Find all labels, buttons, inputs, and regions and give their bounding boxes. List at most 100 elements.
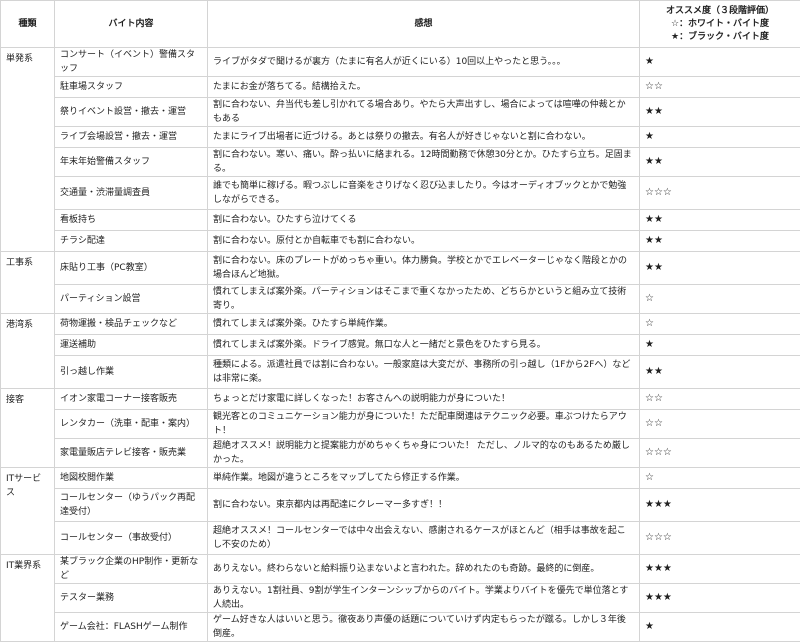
category-cell: 単発系 xyxy=(1,48,55,252)
rating-cell: ★★ xyxy=(640,356,800,389)
job-cell: 荷物運搬・検品チェックなど xyxy=(55,314,208,335)
job-cell: コールセンター（ゆうパック再配達受付） xyxy=(55,489,208,522)
job-cell: 地図校閲作業 xyxy=(55,468,208,489)
rating-cell: ☆☆ xyxy=(640,77,800,98)
job-cell: パーティション設営 xyxy=(55,285,208,314)
impression-cell: ありえない。1割社員、9割が学生インターンシップからのバイト。学業よりバイトを優… xyxy=(208,584,640,613)
job-cell: 引っ越し作業 xyxy=(55,356,208,389)
category-cell: 接客 xyxy=(1,389,55,468)
job-cell: 看板持ち xyxy=(55,210,208,231)
rating-cell: ★★ xyxy=(640,252,800,285)
category-cell: ITサービス xyxy=(1,468,55,555)
impression-cell: 誰でも簡単に稼げる。暇つぶしに音楽をさりげなく忍び込ましたり。今はオーディオブッ… xyxy=(208,177,640,210)
table-row: 単発系コンサート（イベント）警備スタッフライブがタダで聞けるが裏方（たまに有名人… xyxy=(1,48,800,77)
rating-black-legend: ★：ブラック・バイト度 xyxy=(645,31,795,44)
impression-cell: 超絶オススメ！説明能力と提案能力がめちゃくちゃ身についた！ ただし、ノルマ的なの… xyxy=(208,439,640,468)
impression-cell: ライブがタダで聞けるが裏方（たまに有名人が近くにいる）10回以上やったと思う。。… xyxy=(208,48,640,77)
job-cell: 年末年始警備スタッフ xyxy=(55,148,208,177)
impression-cell: 割に合わない。ひたすら泣けてくる xyxy=(208,210,640,231)
impression-cell: 超絶オススメ！コールセンターでは中々出会えない、感謝されるケースがほとんど（相手… xyxy=(208,522,640,555)
table-row: 看板持ち割に合わない。ひたすら泣けてくる★★ xyxy=(1,210,800,231)
impression-cell: 観光客とのコミュニケーション能力が身についた！ただ配車関連はテクニック必要。車ぶ… xyxy=(208,410,640,439)
header-rating: オススメ度（３段階評価） ☆：ホワイト・バイト度 ★：ブラック・バイト度 xyxy=(640,1,800,48)
impression-cell: 割に合わない。原付とか自転車でも割に合わない。 xyxy=(208,231,640,252)
rating-cell: ☆☆☆ xyxy=(640,177,800,210)
rating-cell: ★★★ xyxy=(640,555,800,584)
rating-cell: ★ xyxy=(640,48,800,77)
job-cell: テスター業務 xyxy=(55,584,208,613)
rating-cell: ★ xyxy=(640,127,800,148)
rating-cell: ★★ xyxy=(640,148,800,177)
rating-cell: ☆ xyxy=(640,285,800,314)
impression-cell: ちょっとだけ家電に詳しくなった！お客さんへの説明能力が身についた！ xyxy=(208,389,640,410)
job-cell: 駐車場スタッフ xyxy=(55,77,208,98)
rating-cell: ★★★ xyxy=(640,584,800,613)
rating-cell: ★★ xyxy=(640,210,800,231)
table-row: 祭りイベント設営・撤去・運営割に合わない、弁当代も差し引かれてる場合あり。やたら… xyxy=(1,98,800,127)
header-job: バイト内容 xyxy=(55,1,208,48)
table-row: 家電量販店テレビ接客・販売業超絶オススメ！説明能力と提案能力がめちゃくちゃ身につ… xyxy=(1,439,800,468)
job-cell: イオン家電コーナー接客販売 xyxy=(55,389,208,410)
table-row: コールセンター（事故受付）超絶オススメ！コールセンターでは中々出会えない、感謝さ… xyxy=(1,522,800,555)
rating-cell: ★ xyxy=(640,335,800,356)
job-cell: ゲーム会社：FLASHゲーム制作 xyxy=(55,613,208,642)
rating-cell: ☆☆☆ xyxy=(640,439,800,468)
impression-cell: 種類による。派遣社員では割に合わない。一般家庭は大変だが、事務所の引っ越し（1F… xyxy=(208,356,640,389)
header-category: 種類 xyxy=(1,1,55,48)
table-row: 年末年始警備スタッフ割に合わない。寒い、痛い。酔っ払いに絡まれる。12時間勤務で… xyxy=(1,148,800,177)
job-cell: 運送補助 xyxy=(55,335,208,356)
impression-cell: 慣れてしまえば案外楽。ひたすら単純作業。 xyxy=(208,314,640,335)
job-cell: チラシ配達 xyxy=(55,231,208,252)
category-cell: 工事系 xyxy=(1,252,55,314)
impression-cell: 単純作業。地図が違うところをマップしてたら修正する作業。 xyxy=(208,468,640,489)
rating-white-legend: ☆：ホワイト・バイト度 xyxy=(645,18,795,31)
job-cell: 家電量販店テレビ接客・販売業 xyxy=(55,439,208,468)
rating-cell: ★ xyxy=(640,613,800,642)
rating-cell: ★★ xyxy=(640,98,800,127)
job-cell: コールセンター（事故受付） xyxy=(55,522,208,555)
table-row: ゲーム会社：FLASHゲーム制作ゲーム好きな人はいいと思う。徹夜あり声優の話題に… xyxy=(1,613,800,642)
category-cell: IT業界系 xyxy=(1,555,55,642)
header-row: 種類 バイト内容 感想 オススメ度（３段階評価） ☆：ホワイト・バイト度 ★：ブ… xyxy=(1,1,800,48)
table-row: 接客イオン家電コーナー接客販売ちょっとだけ家電に詳しくなった！お客さんへの説明能… xyxy=(1,389,800,410)
impression-cell: 割に合わない。東京都内は再配達にクレーマー多すぎ！！ xyxy=(208,489,640,522)
table-row: 引っ越し作業種類による。派遣社員では割に合わない。一般家庭は大変だが、事務所の引… xyxy=(1,356,800,389)
job-cell: 床貼り工事（PC教室） xyxy=(55,252,208,285)
table-body: 単発系コンサート（イベント）警備スタッフライブがタダで聞けるが裏方（たまに有名人… xyxy=(1,48,800,642)
table-row: ITサービス地図校閲作業単純作業。地図が違うところをマップしてたら修正する作業。… xyxy=(1,468,800,489)
rating-cell: ☆☆ xyxy=(640,410,800,439)
table-row: ライブ会場設営・撤去・運営たまにライブ出場者に近づける。あとは祭りの撤去。有名人… xyxy=(1,127,800,148)
header-impression: 感想 xyxy=(208,1,640,48)
rating-cell: ★★ xyxy=(640,231,800,252)
impression-cell: ありえない。終わらないと給料振り込まないよと言われた。辞めれたのも奇跡。最終的に… xyxy=(208,555,640,584)
impression-cell: 慣れてしまえば案外楽。ドライブ感覚。無口な人と一緒だと景色をひたすら見る。 xyxy=(208,335,640,356)
category-cell: 港湾系 xyxy=(1,314,55,389)
table-row: チラシ配達割に合わない。原付とか自転車でも割に合わない。★★ xyxy=(1,231,800,252)
table-row: IT業界系某ブラック企業のHP制作・更新などありえない。終わらないと給料振り込ま… xyxy=(1,555,800,584)
table-row: パーティション設営慣れてしまえば案外楽。パーティションはそこまで重くなかったため… xyxy=(1,285,800,314)
impression-cell: 割に合わない。寒い、痛い。酔っ払いに絡まれる。12時間勤務で休憩30分とか。ひた… xyxy=(208,148,640,177)
table-row: テスター業務ありえない。1割社員、9割が学生インターンシップからのバイト。学業よ… xyxy=(1,584,800,613)
job-cell: コンサート（イベント）警備スタッフ xyxy=(55,48,208,77)
job-cell: 某ブラック企業のHP制作・更新など xyxy=(55,555,208,584)
impression-cell: たまにライブ出場者に近づける。あとは祭りの撤去。有名人が好きじゃないと割に合わな… xyxy=(208,127,640,148)
rating-cell: ★★★ xyxy=(640,489,800,522)
table-row: コールセンター（ゆうパック再配達受付）割に合わない。東京都内は再配達にクレーマー… xyxy=(1,489,800,522)
table-row: 工事系床貼り工事（PC教室）割に合わない。床のプレートがめっちゃ重い。体力勝負。… xyxy=(1,252,800,285)
table-row: 運送補助慣れてしまえば案外楽。ドライブ感覚。無口な人と一緒だと景色をひたすら見る… xyxy=(1,335,800,356)
table-row: 港湾系荷物運搬・検品チェックなど慣れてしまえば案外楽。ひたすら単純作業。☆ xyxy=(1,314,800,335)
impression-cell: 慣れてしまえば案外楽。パーティションはそこまで重くなかったため、どちらかというと… xyxy=(208,285,640,314)
table-row: 交通量・渋滞量調査員誰でも簡単に稼げる。暇つぶしに音楽をさりげなく忍び込ましたり… xyxy=(1,177,800,210)
impression-cell: ゲーム好きな人はいいと思う。徹夜あり声優の話題についていけず内定もらったが蹴る。… xyxy=(208,613,640,642)
rating-cell: ☆☆ xyxy=(640,389,800,410)
table-row: 駐車場スタッフたまにお金が落ちてる。結構拾えた。☆☆ xyxy=(1,77,800,98)
impression-cell: たまにお金が落ちてる。結構拾えた。 xyxy=(208,77,640,98)
job-cell: レンタカー（洗車・配車・案内） xyxy=(55,410,208,439)
arubaito-table: 種類 バイト内容 感想 オススメ度（３段階評価） ☆：ホワイト・バイト度 ★：ブ… xyxy=(0,0,800,642)
impression-cell: 割に合わない。床のプレートがめっちゃ重い。体力勝負。学校とかでエレベーターじゃな… xyxy=(208,252,640,285)
rating-cell: ☆ xyxy=(640,468,800,489)
job-cell: 交通量・渋滞量調査員 xyxy=(55,177,208,210)
job-cell: 祭りイベント設営・撤去・運営 xyxy=(55,98,208,127)
impression-cell: 割に合わない、弁当代も差し引かれてる場合あり。やたら大声出すし、場合によっては喧… xyxy=(208,98,640,127)
rating-cell: ☆ xyxy=(640,314,800,335)
